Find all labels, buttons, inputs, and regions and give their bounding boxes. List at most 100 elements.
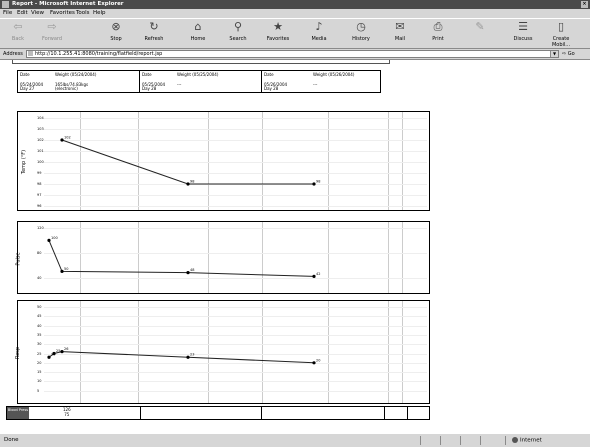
toolbar-button-edit[interactable]: ✎ xyxy=(464,21,496,36)
blood-pressure-label: Blood Press xyxy=(7,407,29,419)
weight-note: (electronic) xyxy=(55,86,78,91)
toolbar-label: Discuss xyxy=(513,36,533,42)
day-value: Day 28 xyxy=(142,86,157,91)
toolbar-button-favorites[interactable]: ★ Favorites xyxy=(262,20,294,43)
toolbar-label: Media xyxy=(311,36,327,42)
menu-bar: File Edit View Favorites Tools Help xyxy=(0,9,590,18)
toolbar-button-history[interactable]: ◷ History xyxy=(345,20,377,43)
report-content: Date Weight (05/24/2004) 05/24/2004 Day … xyxy=(0,60,590,433)
menu-edit[interactable]: Edit xyxy=(17,9,28,18)
row-divider xyxy=(261,407,262,419)
security-zone: Internet xyxy=(512,437,542,444)
address-dropdown-icon[interactable]: ▼ xyxy=(550,51,558,57)
data-label: 25 xyxy=(56,349,60,353)
toolbar-button-stop[interactable]: ⊗ Stop xyxy=(100,20,132,43)
media-icon: ♪ xyxy=(315,20,323,33)
menu-view[interactable]: View xyxy=(31,9,44,18)
toolbar-button-discuss[interactable]: ☰ Discuss xyxy=(507,21,539,43)
weight-cell-1: Date Weight (05/24/2004) 05/24/2004 Day … xyxy=(18,71,139,92)
data-label: 98 xyxy=(190,180,194,184)
toolbar-button-create-mobil[interactable]: ▯ Create Mobil... xyxy=(545,20,577,49)
plot-area: 102 98 98 xyxy=(60,136,320,186)
status-divider xyxy=(505,436,506,445)
go-button[interactable]: ⇨ Go xyxy=(562,50,588,58)
search-icon: ⚲ xyxy=(233,20,243,33)
toolbar-label: Back xyxy=(11,36,25,42)
go-label: Go xyxy=(567,51,575,57)
toolbar: ⇦ Back ⇨ Forward ⊗ Stop ↻ Refresh ⌂ Home ⚲ Search ★ F… xyxy=(0,18,590,49)
toolbar-button-forward[interactable]: ⇨ Forward xyxy=(36,20,68,43)
toolbar-label: Create Mobil... xyxy=(551,36,571,48)
print-icon: ⎙ xyxy=(433,20,443,33)
data-label: 50 xyxy=(64,267,68,271)
row-divider xyxy=(140,407,141,419)
toolbar-button-search[interactable]: ⚲ Search xyxy=(222,20,254,43)
status-divider xyxy=(480,436,481,445)
weight-value: --- xyxy=(177,82,182,87)
data-label: 26 xyxy=(64,347,68,351)
weight-value: --- xyxy=(313,82,318,87)
menu-tools[interactable]: Tools xyxy=(76,9,90,18)
status-text: Done xyxy=(4,437,19,443)
history-icon: ◷ xyxy=(356,20,366,33)
time-axis xyxy=(17,422,430,430)
series-line xyxy=(48,351,315,364)
day-value: Day 28 xyxy=(264,86,279,91)
status-divider xyxy=(440,436,441,445)
data-label: 42 xyxy=(316,272,320,276)
day-value: Day 27 xyxy=(20,86,35,91)
respiration-chart: Resp50454035302520151052325262320 xyxy=(15,300,430,404)
mail-icon: ✉ xyxy=(395,20,405,33)
data-label: 48 xyxy=(190,268,194,272)
toolbar-button-mail[interactable]: ✉ Mail xyxy=(384,20,416,43)
date-label: Date xyxy=(264,72,274,77)
status-divider xyxy=(460,436,461,445)
stop-icon: ⊗ xyxy=(111,20,121,33)
toolbar-label: Forward xyxy=(41,36,63,42)
pulse-chart: Pulse 120 80 40 100 50 48 42 xyxy=(16,221,430,294)
toolbar-button-refresh[interactable]: ↻ Refresh xyxy=(138,21,170,43)
toolbar-label: Search xyxy=(229,36,247,42)
create-mobil-icon: ▯ xyxy=(557,20,565,33)
toolbar-label: Print xyxy=(432,36,444,42)
toolbar-label: History xyxy=(352,36,370,42)
data-label: 20 xyxy=(316,358,320,362)
toolbar-label: Favorites xyxy=(266,36,290,42)
blood-pressure-value: 126 75 xyxy=(63,407,71,417)
blood-pressure-row: Blood Press 126 75 xyxy=(6,406,430,420)
toolbar-button-back[interactable]: ⇦ Back xyxy=(2,21,34,43)
window-title: Report - Microsoft Internet Explorer xyxy=(12,1,124,7)
series-line xyxy=(61,139,314,185)
address-url: http://10.1.255.41:8080/training/flatfie… xyxy=(35,51,163,57)
status-bar: Done Internet xyxy=(0,433,590,447)
data-label: 98 xyxy=(316,180,320,184)
menu-favorites[interactable]: Favorites xyxy=(50,9,75,18)
forward-icon: ⇨ xyxy=(47,20,57,33)
temperature-chart: Temp (°F) 104 103 102 101 100 99 98 97 96 102 98 98 xyxy=(17,111,430,211)
toolbar-button-print[interactable]: ⎙ Print xyxy=(422,20,454,43)
toolbar-button-media[interactable]: ♪ Media xyxy=(303,20,335,43)
data-label: 100 xyxy=(51,236,58,240)
toolbar-label: Stop xyxy=(110,36,122,42)
weight-cell-3: Date Weight (05/26/2004) 05/26/2004 Day … xyxy=(262,71,383,92)
favorites-icon: ★ xyxy=(273,20,283,33)
menu-file[interactable]: File xyxy=(3,9,12,18)
toolbar-button-home[interactable]: ⌂ Home xyxy=(182,21,214,43)
zone-label: Internet xyxy=(520,437,542,444)
toolbar-label: Home xyxy=(190,36,206,42)
address-input[interactable]: http://10.1.255.41:8080/training/flatfie… xyxy=(26,50,559,58)
weight-cell-2: Date Weight (05/25/2004) 05/25/2004 Day … xyxy=(140,71,261,92)
edit-icon: ✎ xyxy=(475,20,485,33)
date-label: Date xyxy=(20,72,30,77)
data-label: 102 xyxy=(64,136,71,140)
status-divider xyxy=(420,436,421,445)
address-label: Address xyxy=(3,51,23,57)
row-divider xyxy=(384,407,385,419)
weight-table: Date Weight (05/24/2004) 05/24/2004 Day … xyxy=(17,70,381,93)
series-line xyxy=(48,240,315,277)
menu-help[interactable]: Help xyxy=(93,9,106,18)
close-window-button[interactable]: × xyxy=(581,1,588,8)
date-label: Date xyxy=(142,72,152,77)
page-icon xyxy=(28,51,33,56)
ie-logo-icon xyxy=(2,1,9,8)
